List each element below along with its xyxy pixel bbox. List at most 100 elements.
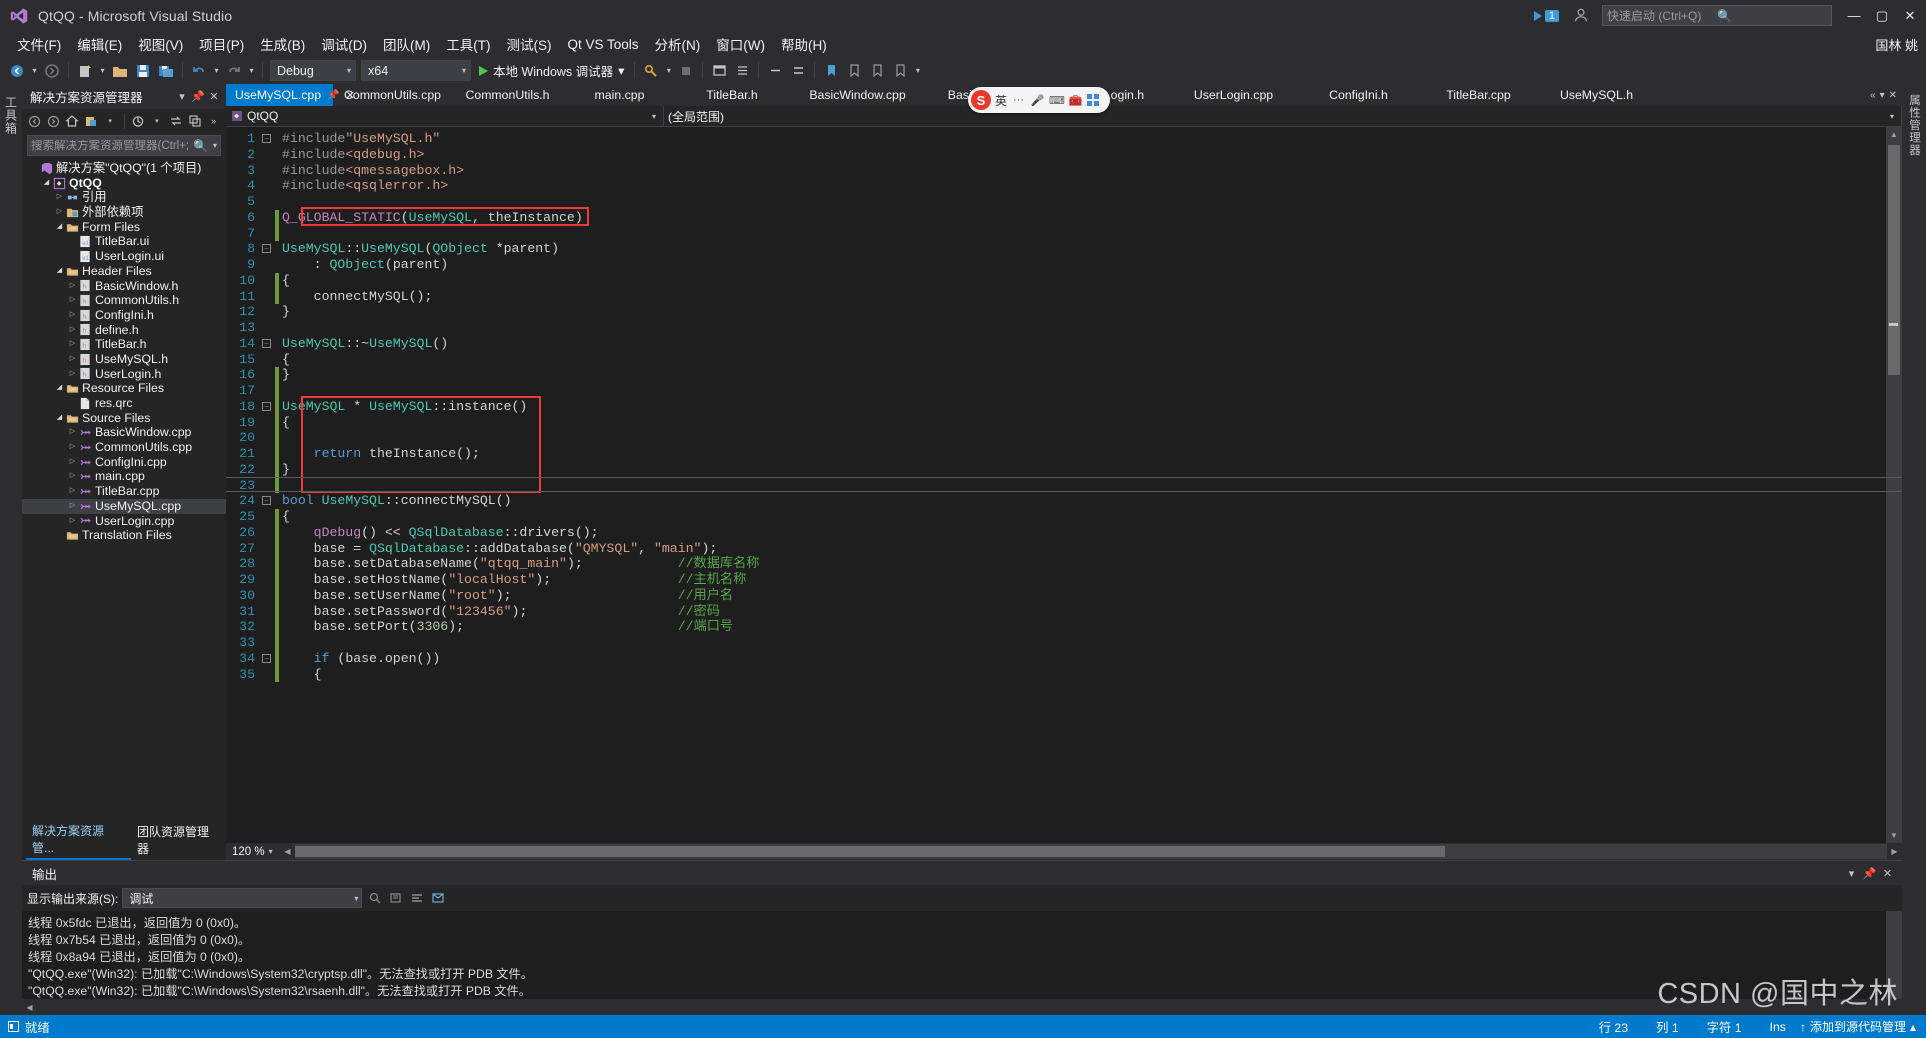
code-line[interactable]: return theInstance ();	[280, 446, 1886, 462]
notifications-button[interactable]: 1	[1528, 8, 1564, 23]
code-line[interactable]: : QObject(parent)	[280, 257, 1886, 273]
apps-icon[interactable]	[1087, 94, 1099, 106]
add-to-source-control-button[interactable]: ↑ 添加到源代码管理 ▴	[1800, 1018, 1926, 1035]
code-line[interactable]: base. setDatabaseName("qtqq_main"); //数据库…	[280, 556, 1886, 572]
pin-icon[interactable]: 📌	[190, 88, 206, 106]
vertical-scroll-thumb[interactable]	[1888, 145, 1900, 375]
tree-item-translation-files[interactable]: Translation Files	[22, 528, 226, 543]
code-line[interactable]: base. setPassword("123456"); //密码	[280, 604, 1886, 620]
code-line[interactable]	[280, 194, 1886, 210]
code-line[interactable]	[280, 226, 1886, 242]
ime-menu-icon[interactable]: ···	[1011, 94, 1026, 106]
editor-tab-usemysql-cpp[interactable]: UseMySQL.cpp 📌 ✕	[226, 84, 355, 106]
solution-platform-combo[interactable]: x64 ▾	[361, 60, 471, 81]
code-line[interactable]: connectMySQL ();	[280, 289, 1886, 305]
tree-item-basicwindow-h[interactable]: ▷ h BasicWindow.h	[22, 279, 226, 294]
code-line[interactable]: {	[280, 415, 1886, 431]
tree-item-form-files[interactable]: ◢ Form Files	[22, 220, 226, 235]
menu-view[interactable]: 视图(V)	[130, 32, 191, 56]
tree-item-header-files[interactable]: ◢ Header Files	[22, 264, 226, 279]
account-icon[interactable]	[1572, 6, 1592, 26]
tree-item-userlogin-cpp[interactable]: ▷ UserLogin.cpp	[22, 514, 226, 529]
sync-caret-icon[interactable]: ▾	[102, 111, 119, 131]
scroll-down-icon[interactable]: ▼	[1886, 828, 1902, 843]
tree-item-define-h[interactable]: ▷ h define.h	[22, 323, 226, 338]
editor-tab-commonutils-h[interactable]: CommonUtils.h	[452, 84, 564, 106]
output-close-icon[interactable]: ✕	[1879, 863, 1896, 883]
chevron-collapsed-icon[interactable]: ▷	[67, 440, 78, 455]
solution-tree[interactable]: 解决方案"QtQQ"(1 个项目) ◢ QtQQ ▷ 引用 ▷ 外部依赖项 ◢ Form Fil…	[22, 159, 226, 839]
tab-solution-explorer[interactable]: 解决方案资源管...	[26, 820, 131, 860]
code-line[interactable]: }	[280, 304, 1886, 320]
attach-process-icon[interactable]	[640, 60, 662, 82]
expand-icon[interactable]	[787, 60, 809, 82]
code-line[interactable]: qDebug() << QSqlDatabase:: drivers ();	[280, 525, 1886, 541]
chevron-collapsed-icon[interactable]: ▷	[67, 337, 78, 352]
code-line[interactable]: {	[280, 667, 1886, 683]
start-debug-caret[interactable]: ▾	[618, 63, 624, 78]
tab-strip-overflow[interactable]: « ▾ ✕	[1865, 84, 1902, 106]
undo-caret[interactable]: ▾	[211, 60, 222, 82]
search-dropdown-icon[interactable]: ▾	[210, 141, 217, 150]
menu-qt-vs-tools[interactable]: Qt VS Tools	[560, 35, 647, 54]
code-line[interactable]: {	[280, 352, 1886, 368]
hscroll-left-icon[interactable]: ◀	[280, 847, 295, 856]
chevron-expanded-icon[interactable]: ◢	[54, 220, 65, 235]
chevron-collapsed-icon[interactable]: ▷	[67, 323, 78, 338]
output-menu-caret-icon[interactable]: ▾	[1843, 863, 1860, 883]
redo-icon[interactable]	[223, 60, 245, 82]
new-project-icon[interactable]	[74, 60, 96, 82]
save-icon[interactable]	[132, 60, 154, 82]
close-panel-icon[interactable]: ✕	[206, 88, 222, 106]
chevron-collapsed-icon[interactable]: ▷	[67, 308, 78, 323]
chevron-collapsed-icon[interactable]: ▷	[67, 455, 78, 470]
toolbox-rail[interactable]: 工具箱	[0, 84, 22, 1015]
code-line[interactable]	[280, 383, 1886, 399]
tab-close-icon[interactable]: ✕	[1889, 90, 1897, 101]
chevron-collapsed-icon[interactable]: ▷	[54, 190, 65, 205]
code-line[interactable]: base. setPort(3306); //端口号	[280, 619, 1886, 635]
chevron-expanded-icon[interactable]: ◢	[54, 264, 65, 279]
source-control-caret-icon[interactable]: ▴	[1910, 1020, 1916, 1034]
tab-team-explorer[interactable]: 团队资源管理器	[131, 821, 226, 860]
menu-window[interactable]: 窗口(W)	[708, 32, 773, 56]
code-line[interactable]: UseMySQL::~ UseMySQL()	[280, 336, 1886, 352]
tree-item-userlogin-h[interactable]: ▷ h UserLogin.h	[22, 367, 226, 382]
search-icon[interactable]: 🔍	[191, 139, 210, 153]
tree-item-commonutils-h[interactable]: ▷ h CommonUtils.h	[22, 293, 226, 308]
code-line[interactable]: #include <qdebug.h>	[280, 147, 1886, 163]
fold-toggle-icon[interactable]: −	[262, 134, 271, 143]
collapse-icon[interactable]	[764, 60, 786, 82]
menu-help[interactable]: 帮助(H)	[773, 32, 835, 56]
editor-tab-main-cpp[interactable]: main.cpp	[564, 84, 676, 106]
code-line[interactable]: #include <qsqlerror.h>	[280, 178, 1886, 194]
tree-item-[interactable]: ▷ 外部依赖项	[22, 205, 226, 220]
tree-item-usemysql-cpp[interactable]: ▷ UseMySQL.cpp	[22, 498, 226, 514]
forward-icon[interactable]	[45, 111, 62, 131]
menu-debug[interactable]: 调试(D)	[313, 32, 375, 56]
refresh-icon[interactable]	[129, 111, 146, 131]
navigate-backward-icon[interactable]	[6, 60, 28, 82]
properties-rail[interactable]: 属性管理器	[1902, 84, 1926, 1015]
code-line[interactable]: }	[280, 462, 1886, 478]
chevron-collapsed-icon[interactable]: ▷	[67, 293, 78, 308]
fold-toggle-icon[interactable]: −	[262, 401, 271, 411]
close-tab-icon[interactable]: ✕	[346, 89, 355, 102]
output-pin-icon[interactable]: 📌	[1861, 863, 1878, 883]
minimize-button[interactable]: —	[1840, 0, 1868, 31]
search-input[interactable]	[31, 139, 192, 152]
menu-test[interactable]: 测试(S)	[499, 32, 560, 56]
code-line[interactable]: bool UseMySQL:: connectMySQL()	[280, 493, 1886, 509]
window-layout-icon[interactable]	[708, 60, 730, 82]
tree-item-titlebar-cpp[interactable]: ▷ TitleBar.cpp	[22, 484, 226, 499]
tree-item-usemysql-h[interactable]: ▷ h UseMySQL.h	[22, 352, 226, 367]
code-editor[interactable]: 1 2 3 4 5 6 7 8 9 10 11 12 13 14 15 16 17 18 19 20 21 22 23 24 2…	[226, 127, 1902, 843]
tree-item-[interactable]: ▷ 引用	[22, 190, 226, 205]
code-line[interactable]: {	[280, 509, 1886, 525]
editor-tab-basicwindow-cpp[interactable]: BasicWindow.cpp	[789, 84, 927, 106]
bookmark-icon-3[interactable]	[866, 60, 888, 82]
bookmark-icon-2[interactable]	[843, 60, 865, 82]
open-file-icon[interactable]	[109, 60, 131, 82]
fold-toggle-icon[interactable]: −	[262, 496, 271, 506]
chevron-collapsed-icon[interactable]: ▷	[67, 484, 78, 499]
